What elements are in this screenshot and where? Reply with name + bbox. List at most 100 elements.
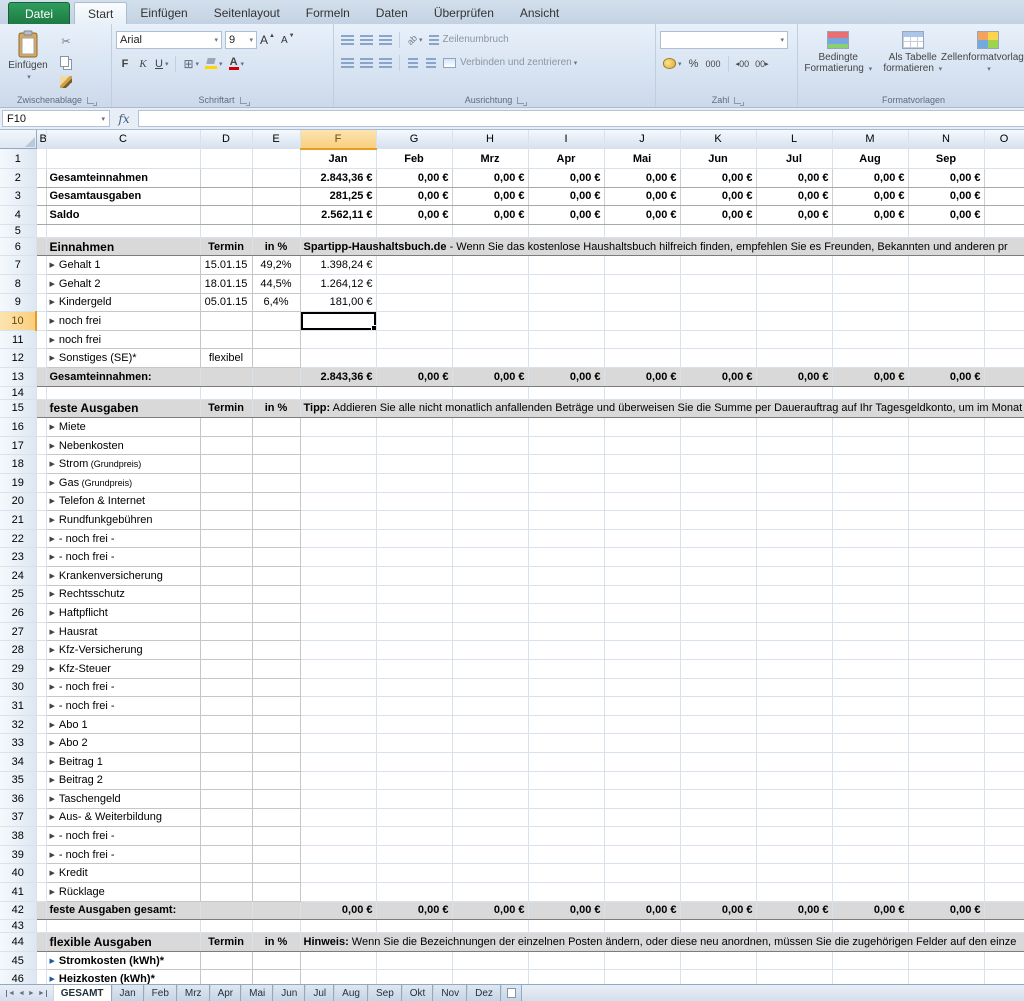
cell-J25[interactable] — [604, 585, 680, 604]
align-center-button[interactable] — [357, 54, 376, 71]
cell-K42[interactable]: 0,00 € — [680, 901, 756, 920]
cell-N19[interactable] — [908, 474, 984, 493]
cell-E43[interactable] — [252, 920, 300, 933]
cell-K33[interactable] — [680, 734, 756, 753]
cell-M1[interactable]: Aug — [832, 149, 908, 169]
cell-O19[interactable] — [984, 474, 1024, 493]
cell-K22[interactable] — [680, 529, 756, 548]
cell-I12[interactable] — [528, 349, 604, 368]
column-header-M[interactable]: M — [832, 130, 908, 149]
cell-O11[interactable] — [984, 330, 1024, 349]
cell-E4[interactable] — [252, 206, 300, 225]
cell-G40[interactable] — [376, 864, 452, 883]
cell-F46[interactable] — [300, 970, 376, 984]
cell-C25[interactable]: ▶Rechtsschutz — [46, 585, 200, 604]
cell-B25[interactable] — [36, 585, 46, 604]
cell-I33[interactable] — [528, 734, 604, 753]
cell-K3[interactable]: 0,00 € — [680, 187, 756, 206]
cell-J11[interactable] — [604, 330, 680, 349]
cell-C22[interactable]: ▶- noch frei - — [46, 529, 200, 548]
cell-C30[interactable]: ▶- noch frei - — [46, 678, 200, 697]
cell-O30[interactable] — [984, 678, 1024, 697]
cell-C24[interactable]: ▶Krankenversicherung — [46, 566, 200, 585]
cell-D33[interactable] — [200, 734, 252, 753]
cell-G11[interactable] — [376, 330, 452, 349]
cell-D14[interactable] — [200, 386, 252, 399]
cell-M22[interactable] — [832, 529, 908, 548]
cell-I39[interactable] — [528, 845, 604, 864]
sheet-tab-jan[interactable]: Jan — [112, 985, 144, 1001]
cell-L45[interactable] — [756, 951, 832, 970]
cell-J41[interactable] — [604, 883, 680, 902]
cell-B2[interactable] — [36, 169, 46, 188]
cell-C9[interactable]: ▶Kindergeld — [46, 293, 200, 312]
cell-M23[interactable] — [832, 548, 908, 567]
font-name-select[interactable]: Arial▾ — [116, 31, 222, 49]
cell-M10[interactable] — [832, 312, 908, 331]
cell-G46[interactable] — [376, 970, 452, 984]
row-header-7[interactable]: 7 — [0, 256, 36, 275]
fill-color-button[interactable]: ▾ — [202, 55, 226, 72]
cell-H34[interactable] — [452, 752, 528, 771]
cell-F28[interactable] — [300, 641, 376, 660]
cell-J13[interactable]: 0,00 € — [604, 368, 680, 387]
cell-G36[interactable] — [376, 790, 452, 809]
wrap-text-button[interactable]: Zeilenumbruch — [426, 31, 512, 48]
cell-D22[interactable] — [200, 529, 252, 548]
cell-B16[interactable] — [36, 418, 46, 437]
row-header-23[interactable]: 23 — [0, 548, 36, 567]
cell-C11[interactable]: ▶noch frei — [46, 330, 200, 349]
cell-E35[interactable] — [252, 771, 300, 790]
cell-K30[interactable] — [680, 678, 756, 697]
orientation-button[interactable]: ab▾ — [404, 31, 426, 48]
cell-L23[interactable] — [756, 548, 832, 567]
cell-O7[interactable] — [984, 256, 1024, 275]
cell-C26[interactable]: ▶Haftpflicht — [46, 604, 200, 623]
cell-M21[interactable] — [832, 511, 908, 530]
cell-O39[interactable] — [984, 845, 1024, 864]
cell-L4[interactable]: 0,00 € — [756, 206, 832, 225]
insert-function-button[interactable]: fx — [110, 110, 138, 128]
cell-L24[interactable] — [756, 566, 832, 585]
cell-C10[interactable]: ▶noch frei — [46, 312, 200, 331]
cell-I36[interactable] — [528, 790, 604, 809]
cell-M19[interactable] — [832, 474, 908, 493]
cell-C16[interactable]: ▶Miete — [46, 418, 200, 437]
cell-L39[interactable] — [756, 845, 832, 864]
cell-E31[interactable] — [252, 697, 300, 716]
cell-D37[interactable] — [200, 808, 252, 827]
cell-H11[interactable] — [452, 330, 528, 349]
cell-I24[interactable] — [528, 566, 604, 585]
cell-J46[interactable] — [604, 970, 680, 984]
cell-N42[interactable]: 0,00 € — [908, 901, 984, 920]
column-header-F[interactable]: F — [300, 130, 376, 149]
cell-L16[interactable] — [756, 418, 832, 437]
cell-K39[interactable] — [680, 845, 756, 864]
cell-E24[interactable] — [252, 566, 300, 585]
cell-C37[interactable]: ▶Aus- & Weiterbildung — [46, 808, 200, 827]
cell-L34[interactable] — [756, 752, 832, 771]
cell-D23[interactable] — [200, 548, 252, 567]
cell-E3[interactable] — [252, 187, 300, 206]
column-header-K[interactable]: K — [680, 130, 756, 149]
cell-E1[interactable] — [252, 149, 300, 169]
row-header-43[interactable]: 43 — [0, 920, 36, 933]
cell-I3[interactable]: 0,00 € — [528, 187, 604, 206]
cell-J40[interactable] — [604, 864, 680, 883]
cell-B45[interactable] — [36, 951, 46, 970]
cell-I2[interactable]: 0,00 € — [528, 169, 604, 188]
row-header-3[interactable]: 3 — [0, 187, 36, 206]
row-header-30[interactable]: 30 — [0, 678, 36, 697]
cell-E29[interactable] — [252, 659, 300, 678]
cell-M39[interactable] — [832, 845, 908, 864]
cell-C28[interactable]: ▶Kfz-Versicherung — [46, 641, 200, 660]
column-header-G[interactable]: G — [376, 130, 452, 149]
cell-D26[interactable] — [200, 604, 252, 623]
cell-O5[interactable] — [984, 224, 1024, 237]
cell-L33[interactable] — [756, 734, 832, 753]
percent-style-button[interactable]: % — [685, 55, 703, 72]
cell-H7[interactable] — [452, 256, 528, 275]
cell-D27[interactable] — [200, 622, 252, 641]
cell-F1[interactable]: Jan — [300, 149, 376, 169]
cell-D40[interactable] — [200, 864, 252, 883]
